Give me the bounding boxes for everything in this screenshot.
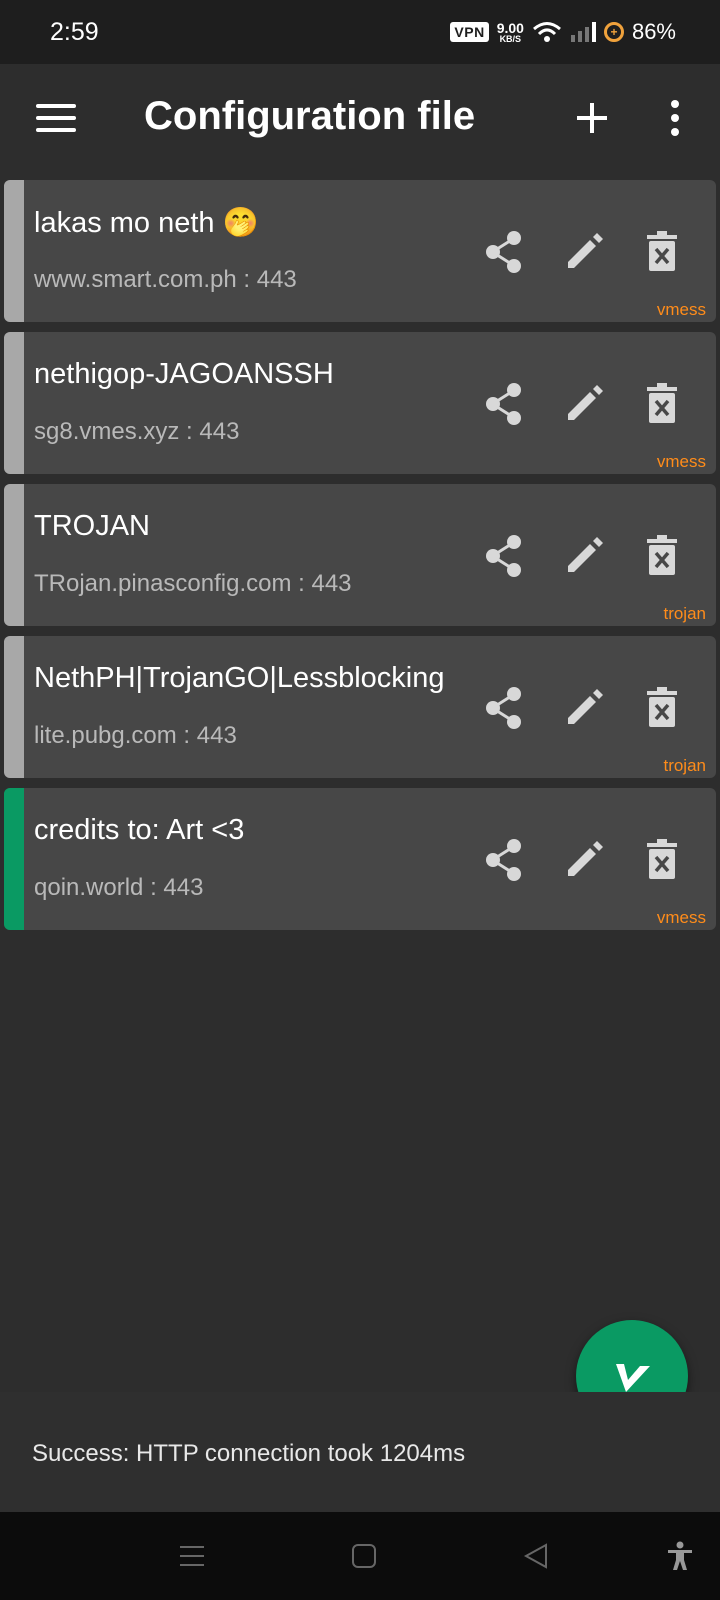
- delete-icon[interactable]: [638, 380, 686, 428]
- status-icons: VPN 9.00 KB/S + 86%: [450, 19, 676, 45]
- share-icon[interactable]: [480, 380, 528, 428]
- nav-home-icon[interactable]: [348, 1540, 380, 1572]
- config-address: sg8.vmes.xyz : 443: [34, 418, 240, 445]
- delete-icon[interactable]: [638, 532, 686, 580]
- config-type: vmess: [656, 908, 706, 927]
- config-name: lakas mo neth 🤭: [34, 207, 259, 239]
- share-icon[interactable]: [480, 836, 528, 884]
- config-type: vmess: [656, 300, 706, 319]
- config-address: qoin.world : 443: [34, 874, 204, 901]
- network-speed: 9.00 KB/S: [497, 21, 524, 44]
- delete-icon[interactable]: [638, 228, 686, 276]
- battery-level: 86%: [631, 19, 676, 44]
- config-type: trojan: [663, 604, 706, 623]
- edit-icon[interactable]: [560, 684, 608, 732]
- network-speed-unit: KB/S: [499, 33, 522, 44]
- config-address: lite.pubg.com : 443: [34, 722, 237, 749]
- signal-icon: [570, 22, 596, 42]
- config-address: www.smart.com.ph : 443: [34, 266, 297, 293]
- share-icon[interactable]: [480, 684, 528, 732]
- config-card[interactable]: lakas mo neth 🤭 www.smart.com.ph : 443 v…: [4, 180, 716, 322]
- vpn-badge: VPN: [450, 22, 489, 42]
- test-result-text: Success: HTTP connection took 1204ms: [32, 1440, 466, 1467]
- config-address: TRojan.pinasconfig.com : 443: [34, 570, 352, 597]
- page-title: Configuration file: [144, 94, 476, 138]
- config-name: nethigop-JAGOANSSH: [34, 358, 334, 390]
- more-vert-icon[interactable]: [660, 98, 690, 138]
- share-icon[interactable]: [480, 532, 528, 580]
- selection-indicator: [4, 636, 24, 778]
- config-card[interactable]: NethPH|TrojanGO|Lessblocking lite.pubg.c…: [4, 636, 716, 778]
- edit-icon[interactable]: [560, 228, 608, 276]
- battery-saver-icon: +: [603, 22, 624, 42]
- network-speed-value: 9.00: [496, 19, 524, 36]
- share-icon[interactable]: [480, 228, 528, 276]
- nav-back-icon[interactable]: [520, 1540, 552, 1572]
- app-bar: Configuration file: [0, 64, 720, 172]
- config-name: NethPH|TrojanGO|Lessblocking: [34, 662, 445, 694]
- config-list: lakas mo neth 🤭 www.smart.com.ph : 443 v…: [4, 180, 716, 940]
- config-type: trojan: [663, 756, 706, 775]
- edit-icon[interactable]: [560, 532, 608, 580]
- config-card[interactable]: TROJAN TRojan.pinasconfig.com : 443 troj…: [4, 484, 716, 626]
- config-type: vmess: [656, 452, 706, 471]
- status-bar: 2:59 VPN 9.00 KB/S + 86%: [0, 0, 720, 64]
- selection-indicator: [4, 180, 24, 322]
- config-card[interactable]: credits to: Art <3 qoin.world : 443 vmes…: [4, 788, 716, 930]
- nav-recents-icon[interactable]: [176, 1540, 208, 1572]
- delete-icon[interactable]: [638, 836, 686, 884]
- system-nav-bar: [0, 1512, 720, 1600]
- edit-icon[interactable]: [560, 380, 608, 428]
- edit-icon[interactable]: [560, 836, 608, 884]
- config-name: TROJAN: [34, 510, 150, 542]
- status-time: 2:59: [50, 17, 99, 46]
- config-name: credits to: Art <3: [34, 814, 245, 846]
- accessibility-icon[interactable]: [664, 1540, 696, 1572]
- test-result-bar[interactable]: Success: HTTP connection took 1204ms: [0, 1392, 720, 1512]
- menu-icon[interactable]: [36, 104, 76, 134]
- add-icon[interactable]: [572, 98, 612, 138]
- delete-icon[interactable]: [638, 684, 686, 732]
- selection-indicator: [4, 788, 24, 930]
- selection-indicator: [4, 484, 24, 626]
- selection-indicator: [4, 332, 24, 474]
- wifi-icon: [532, 22, 561, 42]
- config-card[interactable]: nethigop-JAGOANSSH sg8.vmes.xyz : 443 vm…: [4, 332, 716, 474]
